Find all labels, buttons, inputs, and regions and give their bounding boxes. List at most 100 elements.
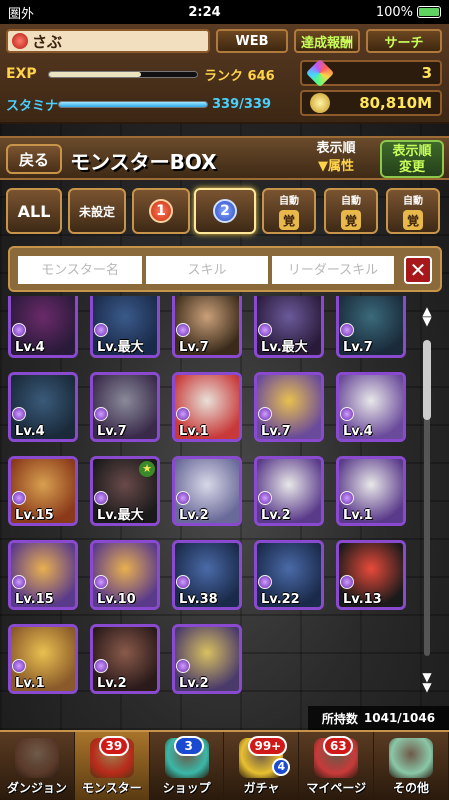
nav-badge: 99+: [248, 736, 288, 756]
monster-card[interactable]: Lv.10: [90, 540, 160, 610]
attribute-orb-icon: [176, 407, 190, 421]
monster-level: Lv.2: [261, 508, 291, 523]
sort-change-button[interactable]: 表示順 変更: [380, 140, 444, 178]
monster-level: Lv.7: [261, 424, 291, 439]
achievements-button[interactable]: 達成報酬: [294, 29, 360, 53]
sort-change-line2: 変更: [398, 160, 425, 175]
attribute-orb-icon: [94, 491, 108, 505]
tab-box-2[interactable]: 2: [194, 188, 256, 234]
sort-order-display: 表示順 ▼属性: [298, 140, 374, 176]
tab-auto-2[interactable]: 自動 覚: [324, 188, 378, 234]
tab-auto-1[interactable]: 自動 覚: [262, 188, 316, 234]
monster-card[interactable]: Lv.7: [90, 372, 160, 442]
magic-stone-counter[interactable]: 3: [300, 58, 442, 88]
monster-card[interactable]: Lv.7: [172, 296, 242, 358]
back-button[interactable]: 戻る: [6, 144, 62, 174]
monster-card[interactable]: Lv.最大: [254, 296, 324, 358]
monster-card[interactable]: Lv.1: [8, 624, 78, 694]
monster-card[interactable]: Lv.1: [336, 456, 406, 526]
attribute-orb-icon: [12, 491, 26, 505]
monster-card[interactable]: Lv.22: [254, 540, 324, 610]
monster-level: Lv.1: [179, 424, 209, 439]
attribute-orb-icon: [176, 575, 190, 589]
player-status-icon: [12, 33, 28, 49]
monster-level: Lv.1: [343, 508, 373, 523]
monster-level: Lv.7: [343, 340, 373, 355]
nav-label: ダンジョン: [6, 781, 67, 795]
awaken-icon: 覚: [279, 210, 299, 230]
stamina-bar-fill: [59, 101, 207, 107]
scroll-up-arrow-icon[interactable]: ▲ ▼: [420, 305, 434, 327]
tab-box-1[interactable]: 1: [132, 188, 190, 234]
player-name-box[interactable]: さぶ: [6, 29, 210, 53]
monster-card[interactable]: Lv.15: [8, 456, 78, 526]
stamina-bar: [58, 100, 208, 108]
battery-percent: 100%: [375, 4, 413, 20]
scrollbar-thumb[interactable]: [423, 340, 431, 420]
monster-card[interactable]: ★ Lv.最大: [90, 456, 160, 526]
search-button[interactable]: サーチ: [366, 29, 442, 53]
stamina-label: スタミナ: [6, 98, 59, 114]
monster-level: Lv.2: [179, 676, 209, 691]
tab-unset[interactable]: 未設定: [68, 188, 126, 234]
player-name: さぶ: [32, 32, 63, 51]
monster-card[interactable]: Lv.7: [254, 372, 324, 442]
nav-item[interactable]: 63 マイページ: [299, 732, 375, 800]
tab-all[interactable]: ALL: [6, 188, 62, 234]
coin-counter: 80,810M: [300, 90, 442, 116]
monster-card[interactable]: Lv.2: [172, 456, 242, 526]
attribute-orb-icon: [258, 575, 272, 589]
monster-card[interactable]: Lv.最大: [90, 296, 160, 358]
monster-level: Lv.4: [343, 424, 373, 439]
monster-card[interactable]: Lv.4: [8, 372, 78, 442]
nav-item[interactable]: 39 モンスター: [74, 732, 150, 800]
monster-level: Lv.38: [179, 592, 218, 607]
monster-card[interactable]: Lv.13: [336, 540, 406, 610]
nav-icon: [14, 738, 59, 778]
monster-level: Lv.15: [15, 508, 54, 523]
nav-item[interactable]: その他: [374, 732, 449, 800]
box-1-number: 1: [149, 199, 173, 223]
monster-card[interactable]: Lv.15: [8, 540, 78, 610]
status-bar: 圏外 2:24 100%: [0, 0, 449, 24]
leader-skill-input[interactable]: [272, 256, 394, 284]
monster-level: Lv.7: [97, 424, 127, 439]
monster-card[interactable]: Lv.4: [336, 372, 406, 442]
monster-card[interactable]: Lv.7: [336, 296, 406, 358]
nav-icon: [389, 738, 434, 778]
attribute-orb-icon: [340, 575, 354, 589]
search-bar: ✕: [8, 246, 442, 292]
attribute-orb-icon: [258, 407, 272, 421]
monster-card[interactable]: Lv.4: [8, 296, 78, 358]
nav-label: マイページ: [306, 781, 367, 795]
monster-card[interactable]: Lv.38: [172, 540, 242, 610]
attribute-orb-icon: [176, 323, 190, 337]
exp-label: EXP: [6, 66, 37, 82]
attribute-orb-icon: [258, 491, 272, 505]
web-button[interactable]: WEB: [216, 29, 288, 53]
attribute-orb-icon: [176, 659, 190, 673]
monster-level: Lv.7: [179, 340, 209, 355]
monster-card[interactable]: Lv.1: [172, 372, 242, 442]
monster-card[interactable]: Lv.2: [254, 456, 324, 526]
monster-card[interactable]: Lv.2: [90, 624, 160, 694]
skill-input[interactable]: [146, 256, 268, 284]
monster-card[interactable]: Lv.2: [172, 624, 242, 694]
battery-icon: [417, 6, 441, 18]
exp-bar-fill: [49, 71, 141, 77]
monster-name-input[interactable]: [18, 256, 142, 284]
coin-icon: [310, 93, 330, 113]
scroll-down-arrow-icon[interactable]: ▼ ▼: [420, 671, 434, 693]
monster-level: Lv.13: [343, 592, 382, 607]
attribute-orb-icon: [258, 323, 272, 337]
auto-label: 自動: [403, 196, 423, 207]
nav-item[interactable]: 99+ 4 ガチャ: [224, 732, 300, 800]
clear-search-button[interactable]: ✕: [404, 256, 432, 284]
nav-item[interactable]: ダンジョン: [0, 732, 75, 800]
carrier-text: 圏外: [8, 6, 35, 22]
nav-item[interactable]: 3 ショップ: [150, 732, 225, 800]
tab-auto-3[interactable]: 自動 覚: [386, 188, 440, 234]
monster-level: Lv.最大: [97, 508, 144, 523]
nav-label: モンスター: [81, 781, 142, 795]
monster-level: Lv.最大: [97, 340, 144, 355]
